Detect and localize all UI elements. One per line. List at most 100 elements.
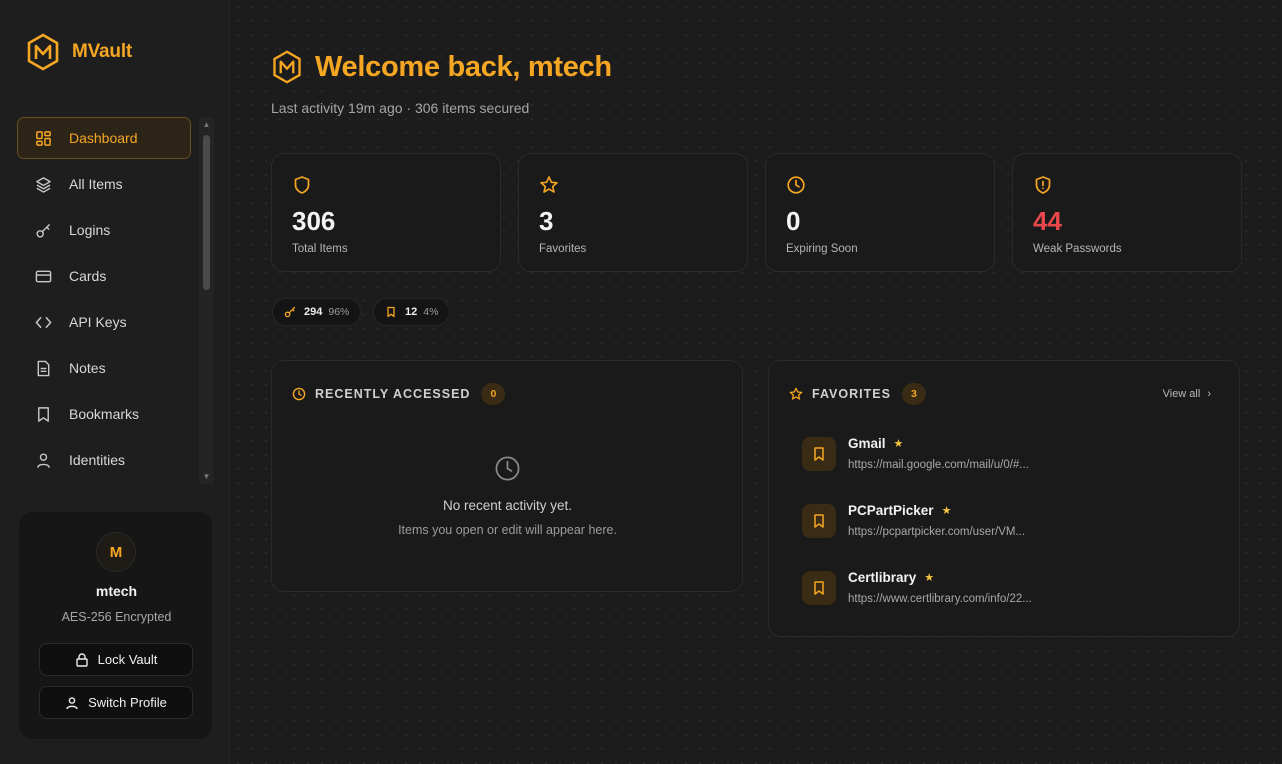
stat-label: Expiring Soon [786,243,858,255]
sidebar-item-identities[interactable]: Identities [17,439,191,481]
favorite-item[interactable]: PCPartPicker ★ https://pcpartpicker.com/… [802,499,1202,543]
sidebar-item-label: Cards [69,268,107,284]
stat-value: 3 [539,206,554,236]
switch-profile-button[interactable]: Switch Profile [39,686,193,719]
recently-accessed-panel: RECENTLY ACCESSED 0 No recent activity y… [271,360,743,592]
breakdown-pill-logins[interactable]: 294 96% [272,298,362,326]
recently-accessed-header: RECENTLY ACCESSED 0 [292,383,506,405]
bookmark-icon [34,405,52,423]
sidebar: MVault Dashboard All Items Logins Cards [0,0,230,764]
stat-card-expiring-soon[interactable]: 0 Expiring Soon [765,153,995,272]
clock-icon [495,456,520,481]
stat-card-weak-passwords[interactable]: 44 Weak Passwords [1012,153,1242,272]
favorite-url: https://www.certlibrary.com/info/22... [848,593,1032,605]
key-icon [284,306,296,318]
sidebar-item-label: All Items [69,176,123,192]
star-icon: ★ [924,572,935,584]
panel-title: RECENTLY ACCESSED [315,387,471,401]
empty-state-subtitle: Items you open or edit will appear here. [398,523,617,537]
brand-name: MVault [72,41,133,62]
count-badge: 0 [481,383,506,405]
star-icon [540,176,558,193]
panel-title: FAVORITES [812,387,891,401]
sidebar-item-dashboard[interactable]: Dashboard [17,117,191,159]
sidebar-item-all-items[interactable]: All Items [17,163,191,205]
mvault-logo-icon [27,33,59,71]
view-all-label: View all [1162,388,1201,400]
brand[interactable]: MVault [26,33,132,71]
layers-icon [34,175,52,193]
note-icon [34,359,52,377]
favorite-name-text: PCPartPicker [848,503,934,518]
lock-vault-label: Lock Vault [97,652,158,667]
favorite-name-text: Gmail [848,436,886,451]
encryption-label: AES-256 Encrypted [61,610,172,624]
stat-card-favorites[interactable]: 3 Favorites [518,153,748,272]
star-icon: ★ [893,438,904,450]
stat-value: 44 [1033,206,1062,236]
shield-alert-icon [1035,176,1051,194]
page-subtitle: Last activity 19m ago · 306 items secure… [271,100,530,116]
breakdown-percent: 96% [328,306,350,318]
stat-value: 0 [786,206,801,236]
favorites-header: FAVORITES 3 [789,383,926,405]
shield-icon [294,176,310,194]
main-content: Welcome back, mtech Last activity 19m ag… [231,0,1282,764]
star-icon [789,387,803,400]
favorite-name-text: Certlibrary [848,570,917,585]
breakdown-count: 294 [304,306,323,318]
lock-icon [75,652,88,667]
scroll-down-arrow-icon[interactable]: ▼ [202,472,211,481]
favorite-name: PCPartPicker ★ [848,503,951,518]
avatar[interactable]: M [96,532,136,572]
favorite-name: Certlibrary ★ [848,570,934,585]
dashboard-icon [34,129,52,147]
scroll-up-arrow-icon[interactable]: ▲ [202,120,211,129]
stat-value: 306 [292,206,336,236]
page-title: Welcome back, mtech [315,50,612,83]
stat-label: Total Items [292,243,348,255]
profile-card: M mtech AES-256 Encrypted Lock Vault Swi… [18,511,213,740]
favorites-panel: FAVORITES 3 View all › Gmail ★ https://m… [768,360,1240,637]
sidebar-item-api-keys[interactable]: API Keys [17,301,191,343]
sidebar-item-label: Notes [69,360,106,376]
favorite-item[interactable]: Certlibrary ★ https://www.certlibrary.co… [802,566,1202,610]
sidebar-item-notes[interactable]: Notes [17,347,191,389]
switch-profile-label: Switch Profile [88,695,167,710]
user-icon [66,696,78,709]
bookmark-icon [802,437,836,471]
welcome-header: Welcome back, mtech [271,50,612,84]
sidebar-item-label: API Keys [69,314,127,330]
code-icon [34,313,52,331]
user-icon [34,451,52,469]
sidebar-item-label: Logins [69,222,111,238]
mvault-logo-icon [273,50,301,84]
count-badge: 3 [901,383,926,405]
chevron-right-icon: › [1207,388,1211,400]
card-icon [34,267,52,285]
sidebar-item-cards[interactable]: Cards [17,255,191,297]
clock-icon [292,387,306,401]
favorite-url: https://mail.google.com/mail/u/0/#... [848,459,1029,471]
lock-vault-button[interactable]: Lock Vault [39,643,193,676]
breakdown-count: 12 [405,306,418,318]
sidebar-scrollbar[interactable]: ▲ ▼ [199,117,214,484]
view-all-link[interactable]: View all › [1163,388,1211,400]
bookmark-icon [387,306,395,318]
stat-card-total-items[interactable]: 306 Total Items [271,153,501,272]
stat-label: Favorites [539,243,587,255]
bookmark-icon [802,504,836,538]
sidebar-item-label: Identities [69,452,126,468]
clock-icon [787,176,805,194]
favorite-item[interactable]: Gmail ★ https://mail.google.com/mail/u/0… [802,432,1202,476]
sidebar-item-bookmarks[interactable]: Bookmarks [17,393,191,435]
breakdown-pill-bookmarks[interactable]: 12 4% [373,298,451,326]
sidebar-item-label: Dashboard [69,130,138,146]
sidebar-item-logins[interactable]: Logins [17,209,191,251]
breakdown-percent: 4% [423,306,439,318]
key-icon [34,221,52,239]
sidebar-item-label: Bookmarks [69,406,140,422]
bookmark-icon [802,571,836,605]
sidebar-nav: Dashboard All Items Logins Cards API Key… [17,117,191,485]
scroll-thumb[interactable] [203,135,210,290]
